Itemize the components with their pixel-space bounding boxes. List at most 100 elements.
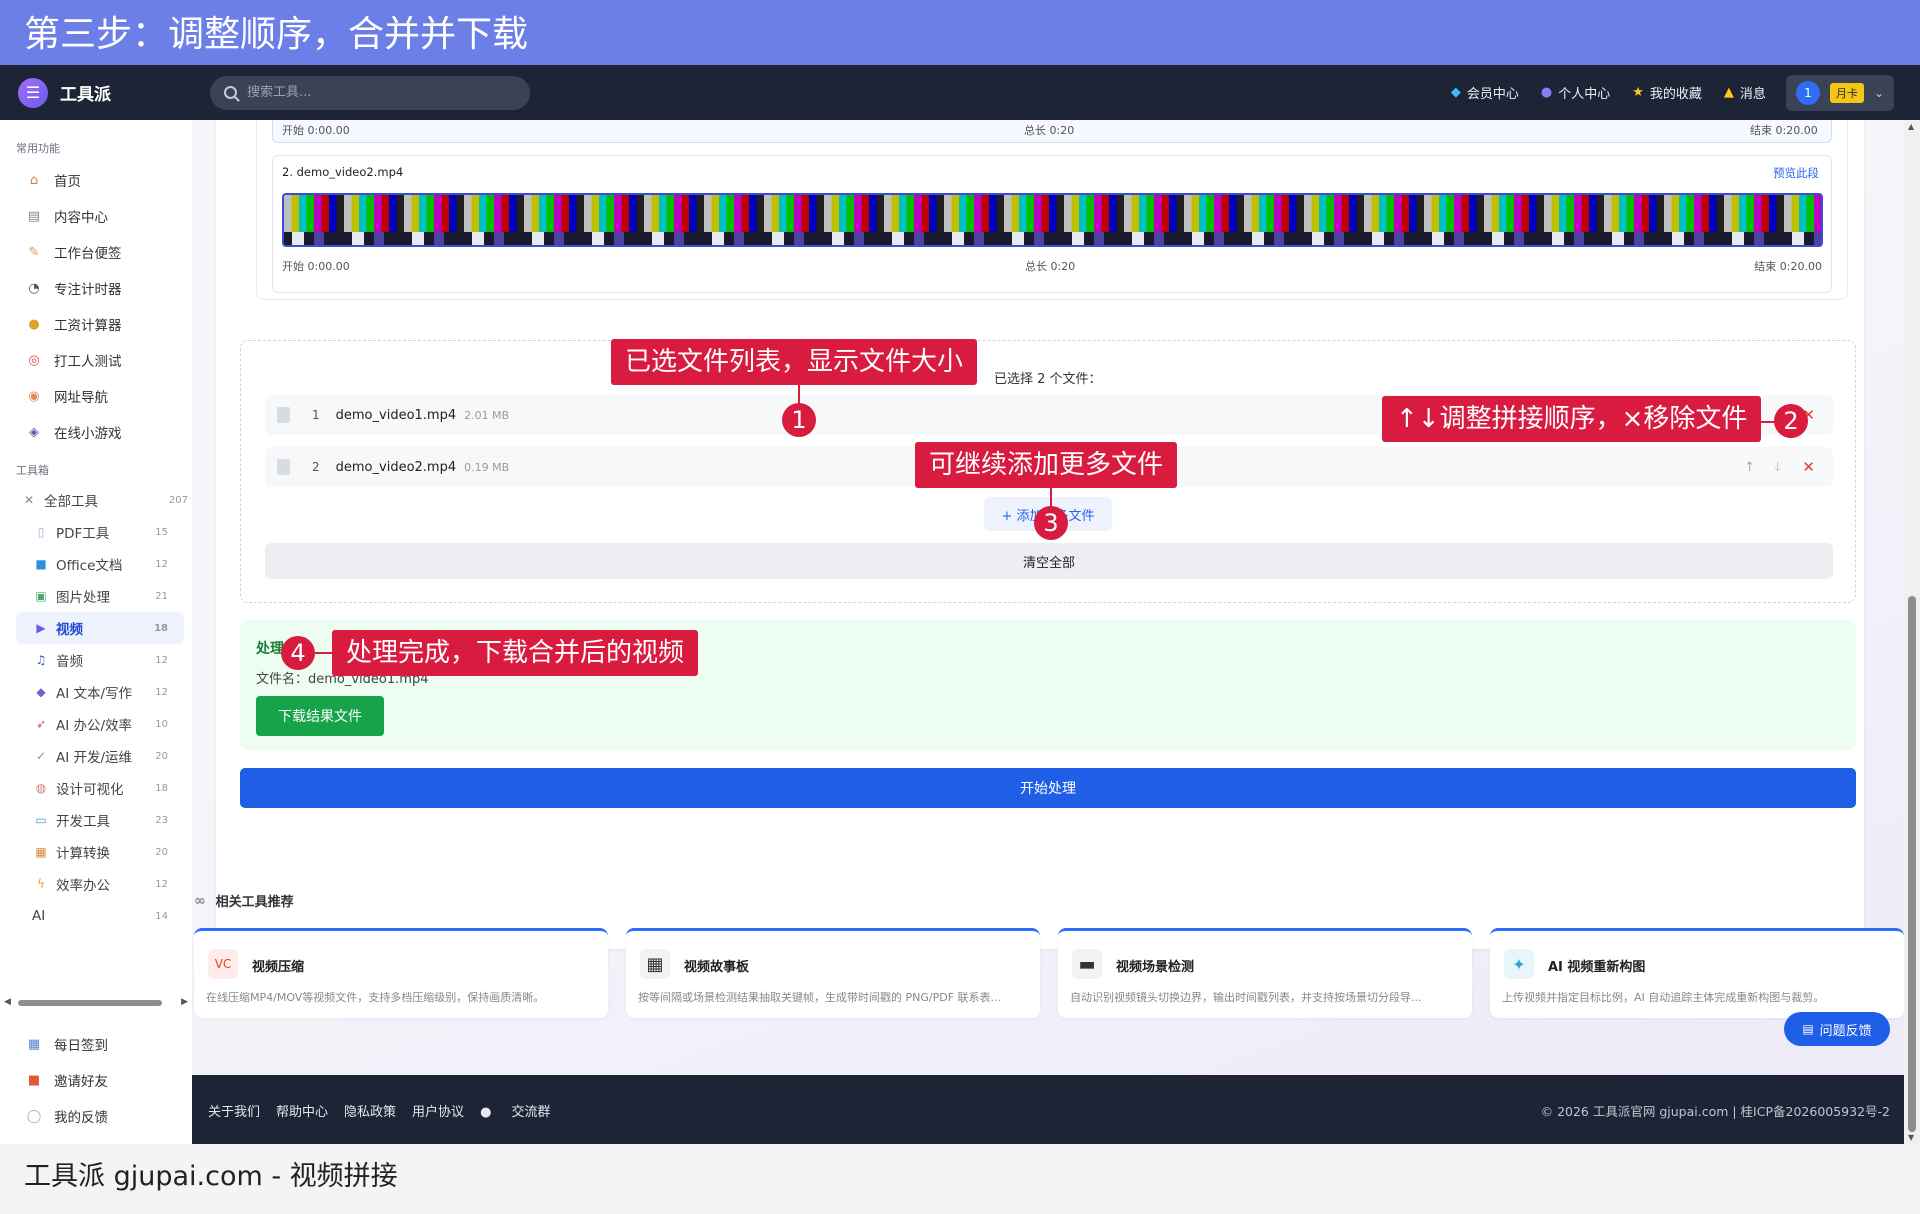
- clear-all-button[interactable]: 清空全部: [265, 543, 1833, 579]
- nav-messages[interactable]: ▲ 消息: [1724, 83, 1766, 102]
- sidebar-item-label: 音频: [56, 654, 83, 670]
- scroll-left-icon[interactable]: ◀: [4, 997, 11, 1007]
- move-down-button[interactable]: ↓: [1772, 460, 1783, 475]
- item-count: 12: [155, 686, 168, 698]
- scrollbar-thumb[interactable]: [1908, 596, 1916, 1132]
- scrollbar-thumb[interactable]: [18, 1000, 162, 1006]
- sidebar-item-label: 设计可视化: [56, 782, 124, 798]
- sidebar-item-ai[interactable]: AI 14: [0, 900, 192, 932]
- footer-link-terms[interactable]: 用户协议: [412, 1101, 464, 1120]
- sidebar-section-title: 常用功能: [16, 142, 60, 155]
- rocket-icon: ➶: [35, 717, 47, 731]
- footer-link-privacy[interactable]: 隐私政策: [344, 1101, 396, 1120]
- sidebar-item-ai-office[interactable]: ➶ AI 办公/效率 10: [0, 708, 192, 740]
- user-menu[interactable]: 1 月卡 ⌄: [1785, 74, 1894, 111]
- item-count: 18: [154, 622, 168, 634]
- sidebar-item-timer[interactable]: ◔ 专注计时器: [0, 270, 192, 306]
- sidebar-item-feedback[interactable]: ◯ 我的反馈: [0, 1098, 192, 1134]
- nav-vip-center[interactable]: ◆ 会员中心: [1451, 83, 1519, 102]
- sidebar-item-audio[interactable]: ♫ 音频 12: [0, 644, 192, 676]
- footer-link-label: 交流群: [511, 1105, 551, 1120]
- sidebar-item-notes[interactable]: ✎ 工作台便签: [0, 234, 192, 270]
- related-tool-desc: 在线压缩MP4/MOV等视频文件，支持多档压缩级别，保持画质清晰。: [206, 991, 545, 1004]
- link-icon: ∞: [194, 892, 206, 909]
- sidebar-item-dev-tools[interactable]: ▭ 开发工具 23: [0, 804, 192, 836]
- sidebar-item-label: 效率办公: [56, 878, 110, 894]
- sidebar-item-games[interactable]: ◈ 在线小游戏: [0, 414, 192, 450]
- nav-label: 消息: [1739, 87, 1766, 102]
- item-count: 12: [155, 558, 168, 570]
- start-processing-button[interactable]: 开始处理: [240, 768, 1856, 808]
- sidebar-item-all-tools[interactable]: ✕ 全部工具 207: [0, 484, 192, 516]
- tutorial-step-title: 第三步：调整顺序，合并并下载: [0, 0, 1920, 65]
- timer-icon: ◔: [28, 280, 40, 296]
- search-input[interactable]: [247, 85, 507, 100]
- clip1-start-time: 开始 0:00.00: [282, 124, 350, 137]
- logo-icon: ☰: [18, 77, 48, 108]
- sidebar-item-design[interactable]: ◍ 设计可视化 18: [0, 772, 192, 804]
- sidebar-item-label: 专注计时器: [54, 282, 122, 298]
- sidebar-item-label: 图片处理: [56, 590, 110, 606]
- chat-bubble-icon: ●: [480, 1105, 492, 1120]
- palette-icon: ◍: [35, 781, 47, 795]
- compass-icon: ◉: [28, 388, 40, 404]
- sidebar-item-label: 全部工具: [44, 494, 98, 510]
- scroll-right-icon[interactable]: ▶: [181, 997, 188, 1007]
- footer-link-help[interactable]: 帮助中心: [276, 1101, 328, 1120]
- sidebar-item-salary[interactable]: ● 工资计算器: [0, 306, 192, 342]
- page-vertical-scrollbar[interactable]: ▲ ▼: [1904, 120, 1920, 1144]
- search-box[interactable]: [210, 75, 530, 110]
- nav-favorites[interactable]: ★ 我的收藏: [1632, 83, 1702, 102]
- selected-files-count: 已选择 2 个文件：: [994, 372, 1102, 387]
- callout-leader: [1050, 488, 1052, 508]
- sidebar-item-content[interactable]: ▤ 内容中心: [0, 198, 192, 234]
- sidebar-item-calc[interactable]: ▦ 计算转换 20: [0, 836, 192, 868]
- move-up-button[interactable]: ↑: [1744, 460, 1755, 475]
- sidebar-item-efficiency[interactable]: ϟ 效率办公 12: [0, 868, 192, 900]
- scroll-down-icon[interactable]: ▼: [1908, 1133, 1914, 1142]
- sidebar-item-ai-dev[interactable]: ✓ AI 开发/运维 20: [0, 740, 192, 772]
- download-result-button[interactable]: 下载结果文件: [256, 696, 384, 736]
- sidebar-item-label: 工作台便签: [54, 246, 122, 262]
- sidebar-horizontal-scrollbar[interactable]: ◀ ▶: [0, 994, 192, 1010]
- footer-link-group[interactable]: ● 交流群: [480, 1101, 567, 1120]
- music-icon: ♫: [35, 653, 47, 667]
- scroll-up-icon[interactable]: ▲: [1908, 122, 1914, 131]
- sidebar-item-pdf[interactable]: ▯ PDF工具 15: [0, 516, 192, 548]
- file-icon: [277, 407, 290, 423]
- callout-marker-1: 1: [782, 403, 816, 437]
- preview-segment-link[interactable]: 预览此段: [1773, 165, 1819, 181]
- sidebar-item-label: AI: [32, 908, 46, 924]
- related-tool-card[interactable]: ▦ 视频故事板 按等间隔或场景检测结果抽取关键帧，生成带时间戳的 PNG/PDF…: [626, 928, 1040, 1018]
- remove-file-button[interactable]: ✕: [1802, 458, 1815, 476]
- sidebar-item-ai-writing[interactable]: ◆ AI 文本/写作 12: [0, 676, 192, 708]
- item-count: 21: [155, 590, 168, 602]
- item-count: 12: [155, 654, 168, 666]
- related-tool-card[interactable]: ✦ AI 视频重新构图 上传视频并指定目标比例，AI 自动追踪主体完成重新构图与…: [1490, 928, 1904, 1018]
- sidebar-item-label: 我的反馈: [54, 1110, 108, 1126]
- sidebar-item-office[interactable]: ■ Office文档 12: [0, 548, 192, 580]
- logo[interactable]: ☰ 工具派: [18, 77, 190, 108]
- nav-label: 会员中心: [1466, 87, 1519, 102]
- file-name: demo_video2.mp4: [335, 459, 457, 475]
- footer-link-about[interactable]: 关于我们: [208, 1101, 260, 1120]
- callout-marker-3: 3: [1034, 506, 1068, 540]
- related-tool-title: 视频故事板: [684, 960, 750, 975]
- related-tool-card[interactable]: ▬ 视频场景检测 自动识别视频镜头切换边界，输出时间戳列表，并支持按场景切分段导…: [1058, 928, 1472, 1018]
- feedback-button[interactable]: ▤ 问题反馈: [1784, 1012, 1890, 1046]
- sidebar-item-url-nav[interactable]: ◉ 网址导航: [0, 378, 192, 414]
- sidebar-item-label: AI 文本/写作: [56, 686, 133, 702]
- sidebar-item-checkin[interactable]: ▦ 每日签到: [0, 1026, 192, 1062]
- sidebar-item-worker-test[interactable]: ◎ 打工人测试: [0, 342, 192, 378]
- sidebar-item-home[interactable]: ⌂ 首页: [0, 162, 192, 198]
- sidebar-item-invite[interactable]: ■ 邀请好友: [0, 1062, 192, 1098]
- nav-personal-center[interactable]: ● 个人中心: [1541, 83, 1610, 102]
- gift-icon: ■: [27, 1072, 41, 1088]
- footer: 关于我们 帮助中心 隐私政策 用户协议 ● 交流群 © 2026 工具派官网 g…: [192, 1075, 1904, 1144]
- related-tool-card[interactable]: VC 视频压缩 在线压缩MP4/MOV等视频文件，支持多档压缩级别，保持画质清晰…: [194, 928, 608, 1018]
- video-icon: ▶: [36, 621, 46, 635]
- sidebar-item-video[interactable]: ▶ 视频 18: [16, 612, 184, 644]
- sidebar-item-image[interactable]: ▣ 图片处理 21: [0, 580, 192, 612]
- clip2-filmstrip[interactable]: [282, 193, 1823, 247]
- file-size: 2.01 MB: [464, 408, 510, 422]
